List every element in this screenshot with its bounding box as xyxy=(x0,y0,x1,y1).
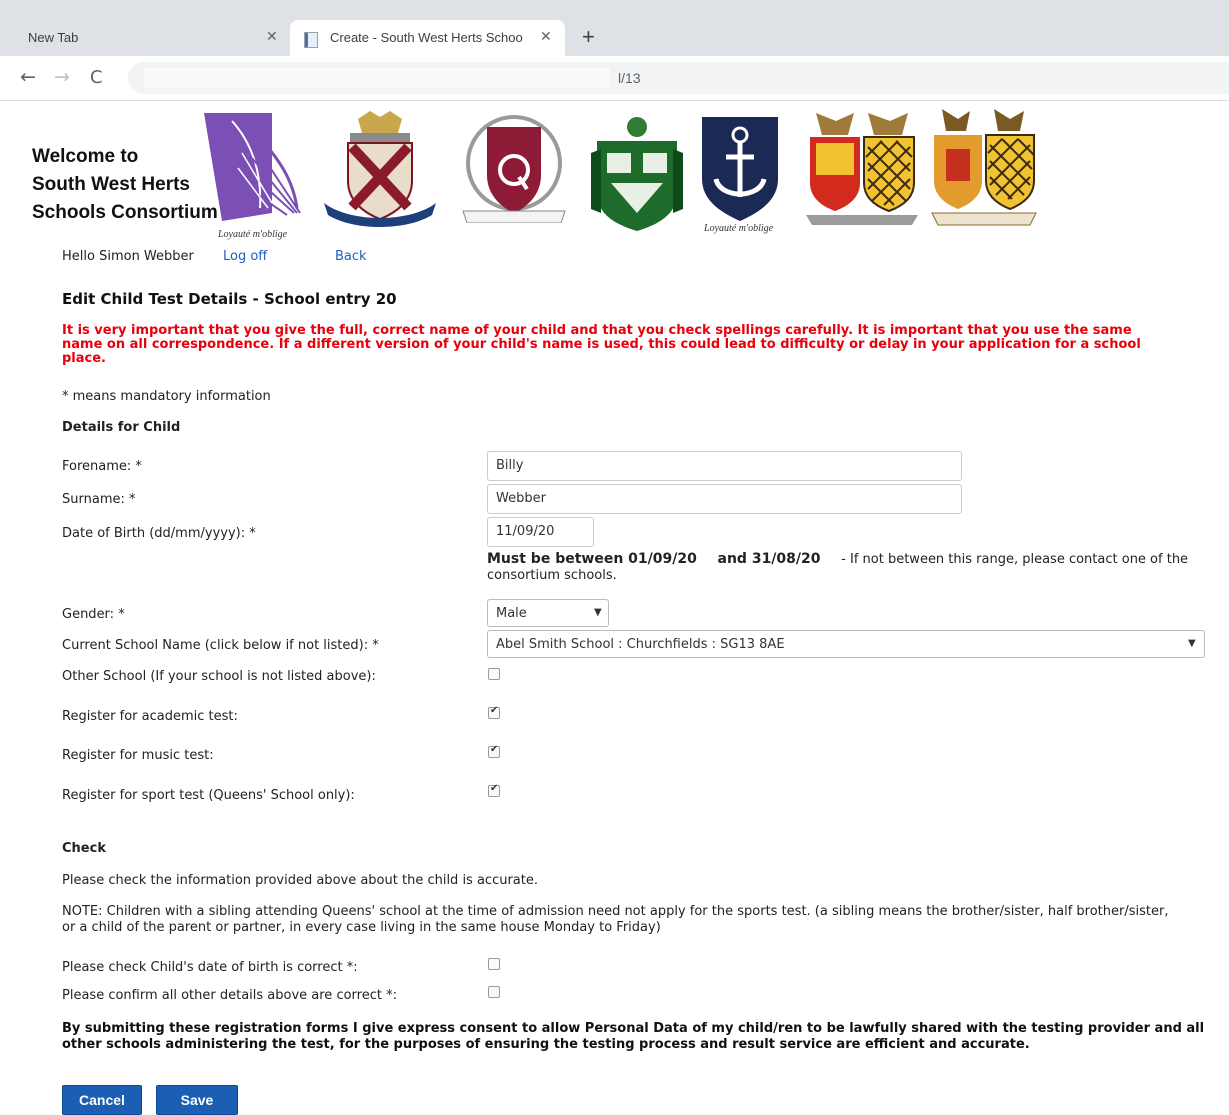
dob-range-hint: Must be between 01/09/20 and 31/08/20 - … xyxy=(487,551,1217,584)
tab-create[interactable]: Create - South West Herts Schoo ✕ xyxy=(290,20,565,56)
dob-confirm-label: Please check Child's date of birth is co… xyxy=(62,960,358,975)
close-tab-icon[interactable]: ✕ xyxy=(266,28,278,45)
crest-5-motto: Loyauté m'oblige xyxy=(704,223,774,234)
check-intro: Please check the information provided ab… xyxy=(62,873,538,888)
page-favicon-icon xyxy=(304,32,318,48)
tab-label: Create - South West Herts Schoo xyxy=(330,30,523,45)
forename-value: Billy xyxy=(496,458,524,473)
crest-1-motto: Loyauté m'oblige xyxy=(218,229,288,240)
surname-label: Surname: * xyxy=(62,492,136,507)
forename-input[interactable]: Billy xyxy=(487,451,962,481)
page-title: Edit Child Test Details - School entry 2… xyxy=(62,290,397,308)
forward-arrow-icon[interactable]: → xyxy=(54,66,70,88)
surname-input[interactable]: Webber xyxy=(487,484,962,514)
reload-icon[interactable]: C xyxy=(90,67,103,88)
school-crest-2-logo xyxy=(320,111,440,231)
welcome-line: Welcome to xyxy=(32,146,139,167)
cancel-button[interactable]: Cancel xyxy=(62,1085,142,1115)
gender-value: Male xyxy=(496,606,527,621)
school-crest-1-logo xyxy=(202,113,302,225)
chevron-down-icon: ▼ xyxy=(594,607,602,618)
other-school-label: Other School (If your school is not list… xyxy=(62,669,376,684)
back-arrow-icon[interactable]: ← xyxy=(20,66,36,88)
sport-test-label: Register for sport test (Queens' School … xyxy=(62,788,355,803)
greeting-text: Hello Simon Webber xyxy=(62,249,194,264)
surname-value: Webber xyxy=(496,491,546,506)
welcome-line: Schools Consortium xyxy=(32,202,218,223)
section-heading-check: Check xyxy=(62,841,106,856)
save-button[interactable]: Save xyxy=(156,1085,238,1115)
tab-new-tab[interactable]: New Tab ✕ xyxy=(0,20,290,56)
gender-label: Gender: * xyxy=(62,607,125,622)
close-tab-icon[interactable]: ✕ xyxy=(540,28,552,45)
chevron-down-icon: ▼ xyxy=(1188,638,1196,649)
sport-test-checkbox[interactable] xyxy=(488,783,500,797)
details-confirm-checkbox[interactable] xyxy=(488,986,500,998)
school-label: Current School Name (click below if not … xyxy=(62,638,379,653)
sibling-note: NOTE: Children with a sibling attending … xyxy=(62,904,1169,935)
music-test-label: Register for music test: xyxy=(62,748,214,763)
back-link[interactable]: Back xyxy=(335,249,367,264)
dob-range-start: Must be between 01/09/20 xyxy=(487,551,697,567)
browser-tabstrip: New Tab ✕ Create - South West Herts Scho… xyxy=(0,0,1229,56)
dob-label: Date of Birth (dd/mm/yyyy): * xyxy=(62,526,256,541)
details-confirm-label: Please confirm all other details above a… xyxy=(62,988,397,1003)
academic-test-label: Register for academic test: xyxy=(62,709,238,724)
logoff-link[interactable]: Log off xyxy=(223,249,267,264)
music-test-checkbox[interactable] xyxy=(488,744,500,758)
school-value: Abel Smith School : Churchfields : SG13 … xyxy=(496,637,785,652)
dob-value: 11/09/20 xyxy=(496,524,555,539)
forename-label: Forename: * xyxy=(62,459,142,474)
mandatory-note: * means mandatory information xyxy=(62,389,271,404)
browser-toolbar: ← → C l/13 xyxy=(0,56,1229,101)
new-tab-plus-icon[interactable]: + xyxy=(582,24,595,50)
other-school-checkbox[interactable] xyxy=(488,668,500,680)
school-crest-3-logo xyxy=(457,115,571,223)
section-heading-child: Details for Child xyxy=(62,420,181,435)
school-crest-7-logo xyxy=(930,109,1038,227)
tab-label: New Tab xyxy=(28,30,79,45)
school-crest-5-logo xyxy=(702,117,778,221)
dob-confirm-checkbox[interactable] xyxy=(488,958,500,970)
school-crest-6-logo xyxy=(806,113,918,225)
school-crest-4-logo xyxy=(591,113,683,233)
school-select[interactable]: Abel Smith School : Churchfields : SG13 … xyxy=(487,630,1205,658)
url-redaction xyxy=(144,68,610,88)
consent-statement: By submitting these registration forms I… xyxy=(62,1021,1205,1052)
url-text: l/13 xyxy=(618,70,641,86)
academic-test-checkbox[interactable] xyxy=(488,705,500,719)
dob-input[interactable]: 11/09/20 xyxy=(487,517,594,547)
dob-range-end: and 31/08/20 xyxy=(717,551,821,567)
name-warning: It is very important that you give the f… xyxy=(62,323,1141,366)
address-bar[interactable]: l/13 xyxy=(128,62,1229,94)
gender-select[interactable]: Male ▼ xyxy=(487,599,609,627)
welcome-line: South West Herts xyxy=(32,174,191,195)
welcome-heading: Welcome to South West Herts Schools Cons… xyxy=(32,143,218,227)
